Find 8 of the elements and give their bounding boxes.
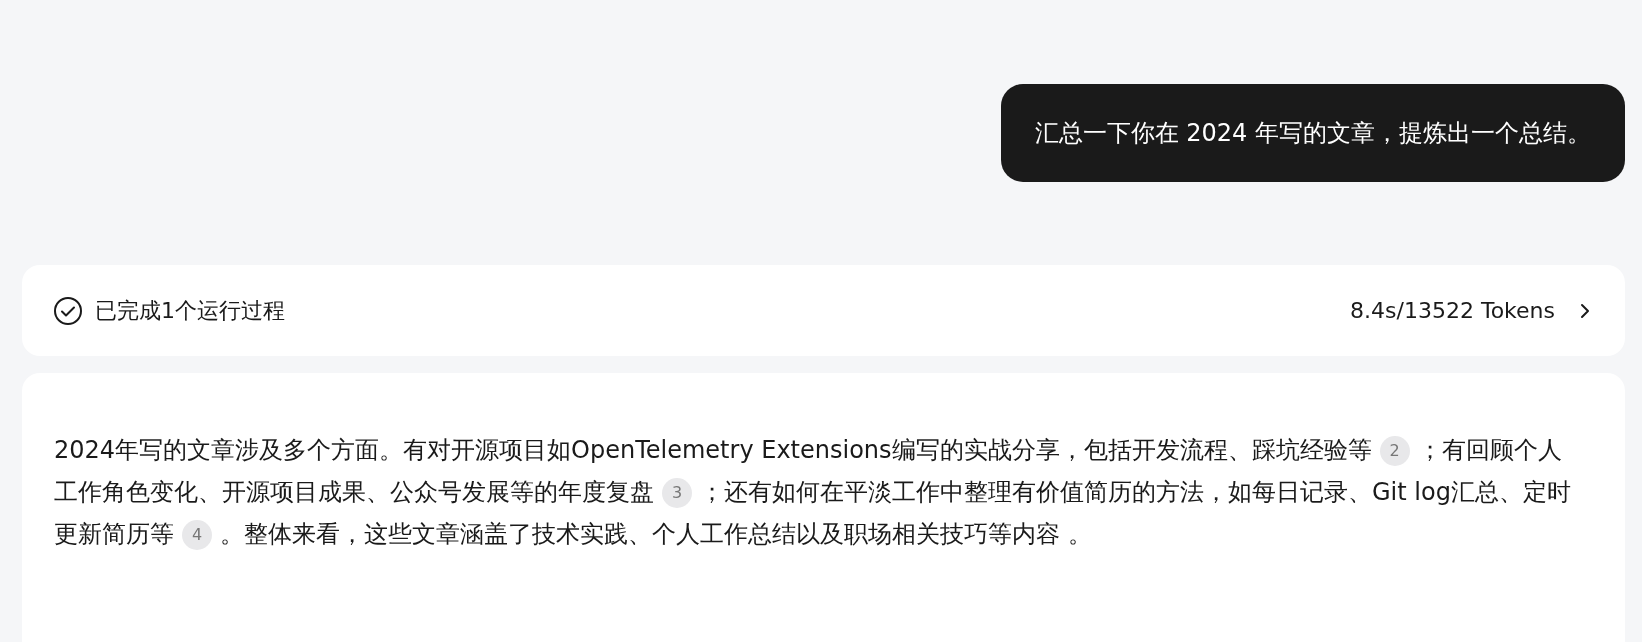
answer-paragraph: 2024年写的文章涉及多个方面。有对开源项目如OpenTelemetry Extensions编写的实战分享，包括开发流程、踩坑经验等 2 ；有回顾个人工作角色变化、开源项目成果、公众号发展等的年度复盘 3 ；还有如何在平淡工作中整理有价值简历的方法，如每日记录、Git log汇总、定时更新简历等 4 。整体来看，这些文章涵盖了技术实践、个人工作总结以及职场相关技巧等内容 。 <box>54 435 1572 552</box>
citation-badge[interactable]: 2 <box>1379 436 1410 466</box>
user-message: 汇总一下你在 2024 年写的文章，提炼出一个总结。 <box>1000 84 1625 182</box>
process-stats: 8.4s/13522 Tokens <box>1350 298 1555 323</box>
process-status: 已完成1个运行过程 <box>95 296 286 325</box>
citation-badge[interactable]: 4 <box>182 520 212 550</box>
process-card[interactable]: 已完成1个运行过程 8.4s/13522 Tokens <box>22 265 1625 356</box>
citation-badge[interactable]: 3 <box>662 478 692 508</box>
